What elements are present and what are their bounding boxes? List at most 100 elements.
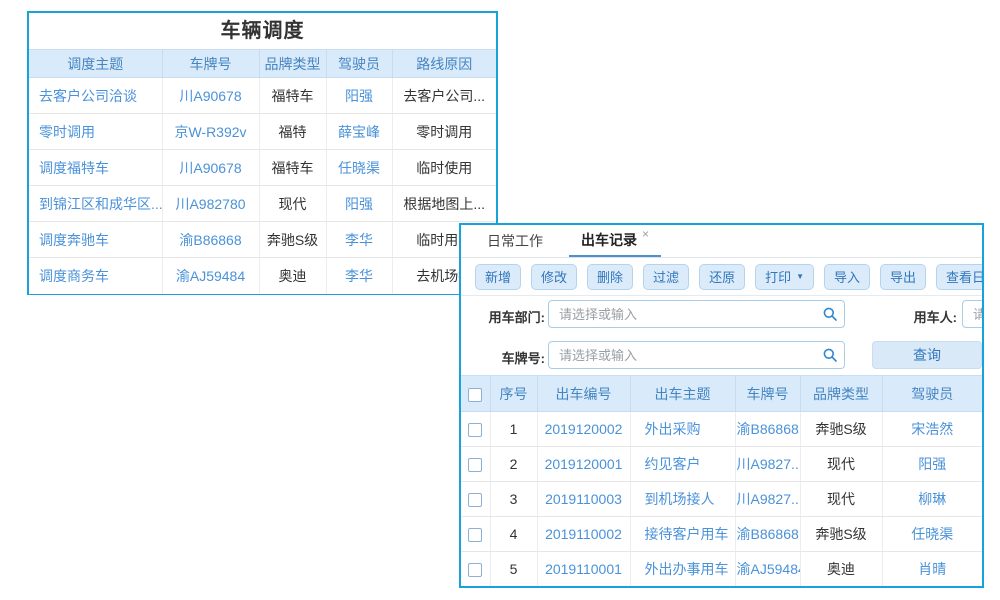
driver-link[interactable]: 阳强 bbox=[326, 186, 392, 222]
driver-link[interactable]: 薛宝峰 bbox=[326, 114, 392, 150]
plate-number-link[interactable]: 渝AJ59484 bbox=[735, 552, 800, 587]
checkbox-cell bbox=[461, 552, 490, 587]
records-header-row: 序号 出车编号 出车主题 车牌号 品牌类型 驾驶员 bbox=[461, 376, 982, 412]
plate-number-link[interactable]: 川A90678 bbox=[162, 78, 259, 114]
serial-cell: 2 bbox=[490, 447, 537, 482]
table-row: 4 2019110002 接待客户用车 渝B86868 奔驰S级 任晓渠 bbox=[461, 517, 982, 552]
select-all-checkbox[interactable] bbox=[468, 388, 482, 402]
table-row: 调度奔驰车 渝B86868 奔驰S级 李华 临时用车 bbox=[29, 222, 496, 258]
export-button[interactable]: 导出 bbox=[880, 264, 926, 290]
plate-number-link[interactable]: 川A982780 bbox=[162, 186, 259, 222]
trip-subject-link[interactable]: 接待客户用车 bbox=[630, 517, 735, 552]
search-icon[interactable] bbox=[822, 306, 838, 322]
tab-label: 出车记录 bbox=[581, 230, 637, 250]
dispatch-subject-link[interactable]: 调度福特车 bbox=[29, 150, 162, 186]
table-row: 去客户公司洽谈 川A90678 福特车 阳强 去客户公司... bbox=[29, 78, 496, 114]
toolbar: 新增 修改 删除 过滤 还原 打印 ▼ 导入 导出 查看日志 bbox=[461, 258, 982, 296]
plate-number-link[interactable]: 川A9827... bbox=[735, 482, 800, 517]
brand-type-cell: 现代 bbox=[800, 482, 882, 517]
col-dispatch-subject: 调度主题 bbox=[29, 50, 162, 78]
driver-link[interactable]: 阳强 bbox=[882, 447, 982, 482]
dispatch-subject-link[interactable]: 零时调用 bbox=[29, 114, 162, 150]
print-button[interactable]: 打印 ▼ bbox=[755, 264, 814, 290]
row-checkbox[interactable] bbox=[468, 458, 482, 472]
plate-number-link[interactable]: 渝AJ59484 bbox=[162, 258, 259, 294]
col-plate-number: 车牌号 bbox=[735, 376, 800, 412]
table-row: 1 2019120002 外出采购 渝B86868 奔驰S级 宋浩然 bbox=[461, 412, 982, 447]
col-trip-subject: 出车主题 bbox=[630, 376, 735, 412]
brand-type-cell: 现代 bbox=[259, 186, 326, 222]
dept-field bbox=[548, 300, 845, 328]
dispatch-subject-link[interactable]: 调度奔驰车 bbox=[29, 222, 162, 258]
plate-number-link[interactable]: 川A90678 bbox=[162, 150, 259, 186]
table-row: 5 2019110001 外出办事用车 渝AJ59484 奥迪 肖晴 bbox=[461, 552, 982, 587]
col-trip-number: 出车编号 bbox=[537, 376, 630, 412]
plate-number-link[interactable]: 渝B86868 bbox=[735, 517, 800, 552]
driver-link[interactable]: 李华 bbox=[326, 258, 392, 294]
tab-daily-work[interactable]: 日常工作 bbox=[475, 225, 555, 257]
trip-subject-link[interactable]: 约见客户 bbox=[630, 447, 735, 482]
row-checkbox[interactable] bbox=[468, 563, 482, 577]
view-log-button[interactable]: 查看日志 bbox=[936, 264, 984, 290]
driver-link[interactable]: 宋浩然 bbox=[882, 412, 982, 447]
brand-type-cell: 福特 bbox=[259, 114, 326, 150]
driver-link[interactable]: 肖晴 bbox=[882, 552, 982, 587]
vehicle-dispatch-panel: 车辆调度 调度主题 车牌号 品牌类型 驾驶员 路线原因 去客户公司洽谈 川A90… bbox=[27, 11, 498, 295]
trip-subject-link[interactable]: 到机场接人 bbox=[630, 482, 735, 517]
brand-type-cell: 奥迪 bbox=[259, 258, 326, 294]
table-row: 调度商务车 渝AJ59484 奥迪 李华 去机场接 bbox=[29, 258, 496, 294]
restore-button[interactable]: 还原 bbox=[699, 264, 745, 290]
table-row: 调度福特车 川A90678 福特车 任晓渠 临时使用 bbox=[29, 150, 496, 186]
trip-subject-link[interactable]: 外出采购 bbox=[630, 412, 735, 447]
close-icon[interactable]: × bbox=[642, 227, 649, 241]
col-brand-type: 品牌类型 bbox=[259, 50, 326, 78]
table-row: 2 2019120001 约见客户 川A9827... 现代 阳强 bbox=[461, 447, 982, 482]
plate-number-link[interactable]: 渝B86868 bbox=[735, 412, 800, 447]
trip-number-link[interactable]: 2019110002 bbox=[537, 517, 630, 552]
trip-number-link[interactable]: 2019120002 bbox=[537, 412, 630, 447]
trip-number-link[interactable]: 2019120001 bbox=[537, 447, 630, 482]
filter-button[interactable]: 过滤 bbox=[643, 264, 689, 290]
route-reason-cell: 临时使用 bbox=[392, 150, 496, 186]
driver-link[interactable]: 任晓渠 bbox=[326, 150, 392, 186]
dispatch-subject-link[interactable]: 去客户公司洽谈 bbox=[29, 78, 162, 114]
edit-button[interactable]: 修改 bbox=[531, 264, 577, 290]
table-row: 零时调用 京W-R392v 福特 薛宝峰 零时调用 bbox=[29, 114, 496, 150]
add-button[interactable]: 新增 bbox=[475, 264, 521, 290]
search-icon[interactable] bbox=[822, 347, 838, 363]
driver-link[interactable]: 李华 bbox=[326, 222, 392, 258]
query-button[interactable]: 查询 bbox=[872, 341, 982, 369]
col-driver: 驾驶员 bbox=[882, 376, 982, 412]
route-reason-cell: 去客户公司... bbox=[392, 78, 496, 114]
plate-number-link[interactable]: 京W-R392v bbox=[162, 114, 259, 150]
trip-subject-link[interactable]: 外出办事用车 bbox=[630, 552, 735, 587]
delete-button[interactable]: 删除 bbox=[587, 264, 633, 290]
plate-input[interactable] bbox=[548, 341, 845, 369]
row-checkbox[interactable] bbox=[468, 528, 482, 542]
dispatch-subject-link[interactable]: 到锦江区和成华区... bbox=[29, 186, 162, 222]
brand-type-cell: 现代 bbox=[800, 447, 882, 482]
dept-input[interactable] bbox=[548, 300, 845, 328]
tab-trip-records[interactable]: 出车记录 × bbox=[569, 225, 661, 257]
driver-link[interactable]: 任晓渠 bbox=[882, 517, 982, 552]
row-checkbox[interactable] bbox=[468, 423, 482, 437]
trip-records-panel: 日常工作 出车记录 × 新增 修改 删除 过滤 还原 打印 ▼ 导入 导出 查看… bbox=[459, 223, 984, 588]
dispatch-subject-link[interactable]: 调度商务车 bbox=[29, 258, 162, 294]
checkbox-cell bbox=[461, 412, 490, 447]
driver-link[interactable]: 柳琳 bbox=[882, 482, 982, 517]
brand-type-cell: 福特车 bbox=[259, 150, 326, 186]
route-reason-cell: 零时调用 bbox=[392, 114, 496, 150]
driver-link[interactable]: 阳强 bbox=[326, 78, 392, 114]
select-all-cell bbox=[461, 376, 490, 412]
plate-number-link[interactable]: 川A9827... bbox=[735, 447, 800, 482]
serial-cell: 1 bbox=[490, 412, 537, 447]
brand-type-cell: 奔驰S级 bbox=[800, 412, 882, 447]
row-checkbox[interactable] bbox=[468, 493, 482, 507]
dispatch-header-row: 调度主题 车牌号 品牌类型 驾驶员 路线原因 bbox=[29, 50, 496, 78]
trip-number-link[interactable]: 2019110003 bbox=[537, 482, 630, 517]
import-button[interactable]: 导入 bbox=[824, 264, 870, 290]
user-input[interactable] bbox=[962, 300, 984, 328]
trip-number-link[interactable]: 2019110001 bbox=[537, 552, 630, 587]
plate-number-link[interactable]: 渝B86868 bbox=[162, 222, 259, 258]
col-plate-number: 车牌号 bbox=[162, 50, 259, 78]
